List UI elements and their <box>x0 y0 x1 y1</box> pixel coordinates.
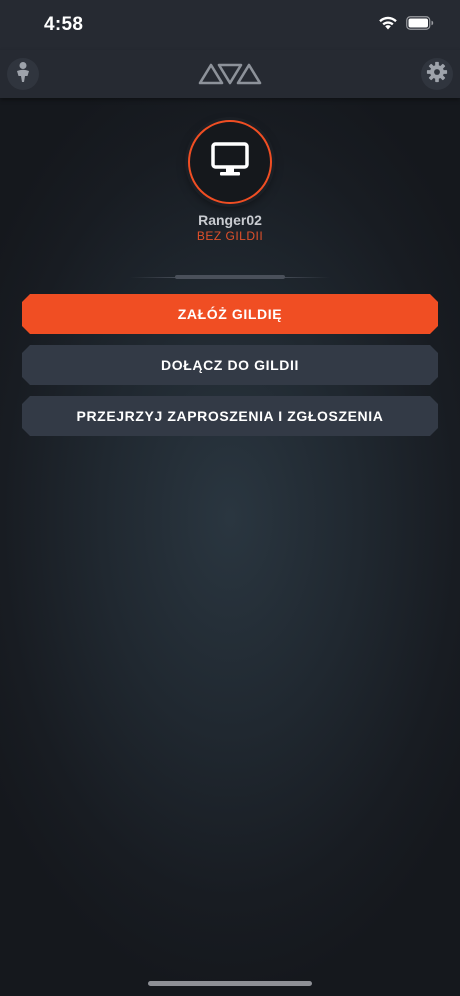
join-guild-label: DOŁĄCZ DO GILDII <box>161 357 299 373</box>
battery-icon <box>406 15 434 35</box>
app-logo <box>197 60 263 86</box>
status-time: 4:58 <box>44 14 84 35</box>
review-invites-label: PRZEJRZYJ ZAPROSZENIA I ZGŁOSZENIA <box>76 408 384 424</box>
create-guild-label: ZAŁÓŻ GILDIĘ <box>177 306 283 322</box>
status-bar: 4:58 <box>0 0 460 50</box>
monitor-icon <box>211 141 249 183</box>
create-guild-button[interactable]: ZAŁÓŻ GILDIĘ <box>22 294 438 334</box>
avatar[interactable] <box>188 120 272 204</box>
home-indicator[interactable] <box>148 981 312 986</box>
gear-icon <box>426 61 448 88</box>
join-guild-button[interactable]: DOŁĄCZ DO GILDII <box>22 345 438 385</box>
review-invites-button[interactable]: PRZEJRZYJ ZAPROSZENIA I ZGŁOSZENIA <box>22 396 438 436</box>
username: Ranger02 <box>198 212 262 228</box>
divider-indicator <box>175 275 285 279</box>
status-icons <box>378 15 434 35</box>
profile-button[interactable] <box>7 58 39 90</box>
guild-screen: 4:58 Ranger02 BEZ GILDII ZAŁÓŻ GILDIĘ DO… <box>0 0 460 996</box>
section-divider <box>130 275 330 279</box>
settings-button[interactable] <box>421 58 453 90</box>
user-icon <box>14 61 32 88</box>
guild-status: BEZ GILDII <box>196 229 264 243</box>
nav-bar <box>0 50 460 98</box>
triangles-logo-icon <box>197 63 263 90</box>
wifi-icon <box>378 15 398 35</box>
